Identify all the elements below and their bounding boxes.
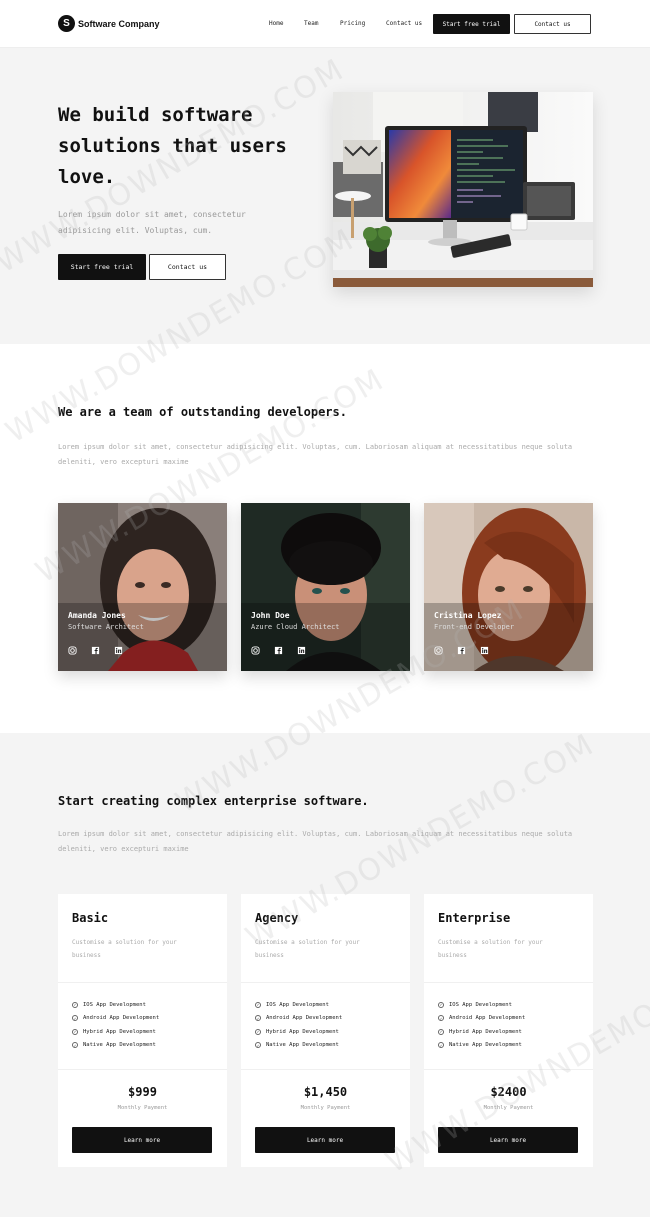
learn-more-button[interactable]: Learn more bbox=[255, 1127, 395, 1153]
facebook-icon[interactable] bbox=[91, 646, 100, 655]
logo-icon: S bbox=[58, 15, 75, 32]
hero-workspace-image bbox=[333, 92, 593, 287]
plan-feature-list: ✓ IOS App Development ✓ Android App Develo… bbox=[438, 998, 525, 1052]
brand-logo-link[interactable]: S Software Company bbox=[58, 15, 160, 32]
hero-contact-button[interactable]: Contact us bbox=[149, 254, 226, 280]
plan-feature: ✓ IOS App Development bbox=[255, 1001, 329, 1008]
team-member-name: John Doe bbox=[251, 611, 290, 620]
instagram-icon[interactable] bbox=[434, 646, 443, 655]
team-card: Amanda Jones Software Architect bbox=[58, 503, 227, 671]
header-start-trial-button[interactable]: Start free trial bbox=[433, 14, 510, 34]
plan-price: $2400 bbox=[490, 1085, 527, 1099]
divider bbox=[241, 1069, 410, 1070]
plan-feature: ✓ Native App Development bbox=[438, 1042, 522, 1049]
check-circle-icon: ✓ bbox=[255, 1042, 261, 1049]
check-circle-icon: ✓ bbox=[438, 1042, 444, 1049]
hero-start-trial-button[interactable]: Start free trial bbox=[58, 254, 146, 280]
team-member-socials bbox=[68, 646, 123, 655]
team-section-title: We are a team of outstanding developers. bbox=[58, 405, 347, 419]
team-member-role: Azure Cloud Architect bbox=[251, 623, 340, 631]
plan-price: $999 bbox=[128, 1085, 157, 1099]
divider bbox=[241, 982, 410, 983]
check-circle-icon: ✓ bbox=[438, 1001, 444, 1008]
plan-feature: ✓ Android App Development bbox=[438, 1015, 526, 1022]
site-header: S Software Company Home Team Pricing Con… bbox=[0, 0, 650, 48]
divider bbox=[424, 982, 593, 983]
plan-feature: ✓ Hybrid App Development bbox=[72, 1028, 156, 1035]
check-circle-icon: ✓ bbox=[438, 1015, 444, 1022]
plan-period: Monthly Payment bbox=[300, 1105, 351, 1111]
facebook-icon[interactable] bbox=[274, 646, 283, 655]
team-card: Cristina Lopez Front-end Developer bbox=[424, 503, 593, 671]
team-member-name: Cristina Lopez bbox=[434, 611, 502, 620]
plan-feature-list: ✓ IOS App Development ✓ Android App Develo… bbox=[255, 998, 342, 1052]
plan-description: Customise a solution for your business bbox=[72, 939, 177, 959]
header-contact-button[interactable]: Contact us bbox=[514, 14, 591, 34]
plan-description: Customise a solution for your business bbox=[255, 939, 360, 959]
team-member-name: Amanda Jones bbox=[68, 611, 126, 620]
check-circle-icon: ✓ bbox=[255, 1001, 261, 1008]
nav-link-pricing[interactable]: Pricing bbox=[340, 20, 365, 27]
plan-feature: ✓ IOS App Development bbox=[438, 1001, 512, 1008]
nav-link-team[interactable]: Team bbox=[304, 20, 318, 27]
pricing-section-title: Start creating complex enterprise softwa… bbox=[58, 794, 369, 808]
plan-feature: ✓ Hybrid App Development bbox=[255, 1028, 339, 1035]
pricing-section-text: Lorem ipsum dolor sit amet, consectetur … bbox=[58, 830, 573, 853]
plan-feature: ✓ Android App Development bbox=[255, 1015, 343, 1022]
plan-feature: ✓ Native App Development bbox=[255, 1042, 339, 1049]
pricing-card-agency: Agency Customise a solution for your bus… bbox=[241, 894, 410, 1167]
plan-feature: ✓ Native App Development bbox=[72, 1042, 156, 1049]
check-circle-icon: ✓ bbox=[72, 1028, 78, 1035]
check-circle-icon: ✓ bbox=[72, 1001, 78, 1008]
pricing-card-enterprise: Enterprise Customise a solution for your… bbox=[424, 894, 593, 1167]
plan-name: Basic bbox=[72, 911, 109, 925]
plan-feature: ✓ Android App Development bbox=[72, 1015, 160, 1022]
brand-name: Software Company bbox=[78, 18, 160, 29]
plan-period: Monthly Payment bbox=[483, 1105, 534, 1111]
team-card: John Doe Azure Cloud Architect bbox=[241, 503, 410, 671]
hero-text: Lorem ipsum dolor sit amet, consectetur … bbox=[58, 210, 246, 235]
linkedin-icon[interactable] bbox=[480, 646, 489, 655]
pricing-card-basic: Basic Customise a solution for your busi… bbox=[58, 894, 227, 1167]
nav-link-contact[interactable]: Contact us bbox=[386, 20, 422, 27]
team-member-role: Software Architect bbox=[68, 623, 144, 631]
plan-feature: ✓ Hybrid App Development bbox=[438, 1028, 522, 1035]
linkedin-icon[interactable] bbox=[114, 646, 123, 655]
check-circle-icon: ✓ bbox=[438, 1028, 444, 1035]
team-section-text: Lorem ipsum dolor sit amet, consectetur … bbox=[58, 443, 573, 466]
check-circle-icon: ✓ bbox=[255, 1028, 261, 1035]
plan-name: Agency bbox=[255, 911, 299, 925]
facebook-icon[interactable] bbox=[457, 646, 466, 655]
check-circle-icon: ✓ bbox=[72, 1042, 78, 1049]
plan-feature-list: ✓ IOS App Development ✓ Android App Develo… bbox=[72, 998, 159, 1052]
plan-period: Monthly Payment bbox=[117, 1105, 168, 1111]
hero-section: We build software solutions that users l… bbox=[0, 48, 650, 344]
instagram-icon[interactable] bbox=[68, 646, 77, 655]
linkedin-icon[interactable] bbox=[297, 646, 306, 655]
divider bbox=[424, 1069, 593, 1070]
check-circle-icon: ✓ bbox=[72, 1015, 78, 1022]
plan-description: Customise a solution for your business bbox=[438, 939, 543, 959]
learn-more-button[interactable]: Learn more bbox=[72, 1127, 212, 1153]
hero-title: We build software solutions that users l… bbox=[58, 104, 287, 188]
instagram-icon[interactable] bbox=[251, 646, 260, 655]
check-circle-icon: ✓ bbox=[255, 1015, 261, 1022]
plan-name: Enterprise bbox=[438, 911, 511, 925]
divider bbox=[58, 1069, 227, 1070]
team-member-role: Front-end Developer bbox=[434, 623, 515, 631]
team-member-socials bbox=[251, 646, 306, 655]
plan-price: $1,450 bbox=[303, 1085, 348, 1099]
learn-more-button[interactable]: Learn more bbox=[438, 1127, 578, 1153]
plan-feature: ✓ IOS App Development bbox=[72, 1001, 146, 1008]
nav-link-home[interactable]: Home bbox=[269, 20, 283, 27]
divider bbox=[58, 982, 227, 983]
team-member-socials bbox=[434, 646, 489, 655]
pricing-section: Start creating complex enterprise softwa… bbox=[0, 733, 650, 1217]
